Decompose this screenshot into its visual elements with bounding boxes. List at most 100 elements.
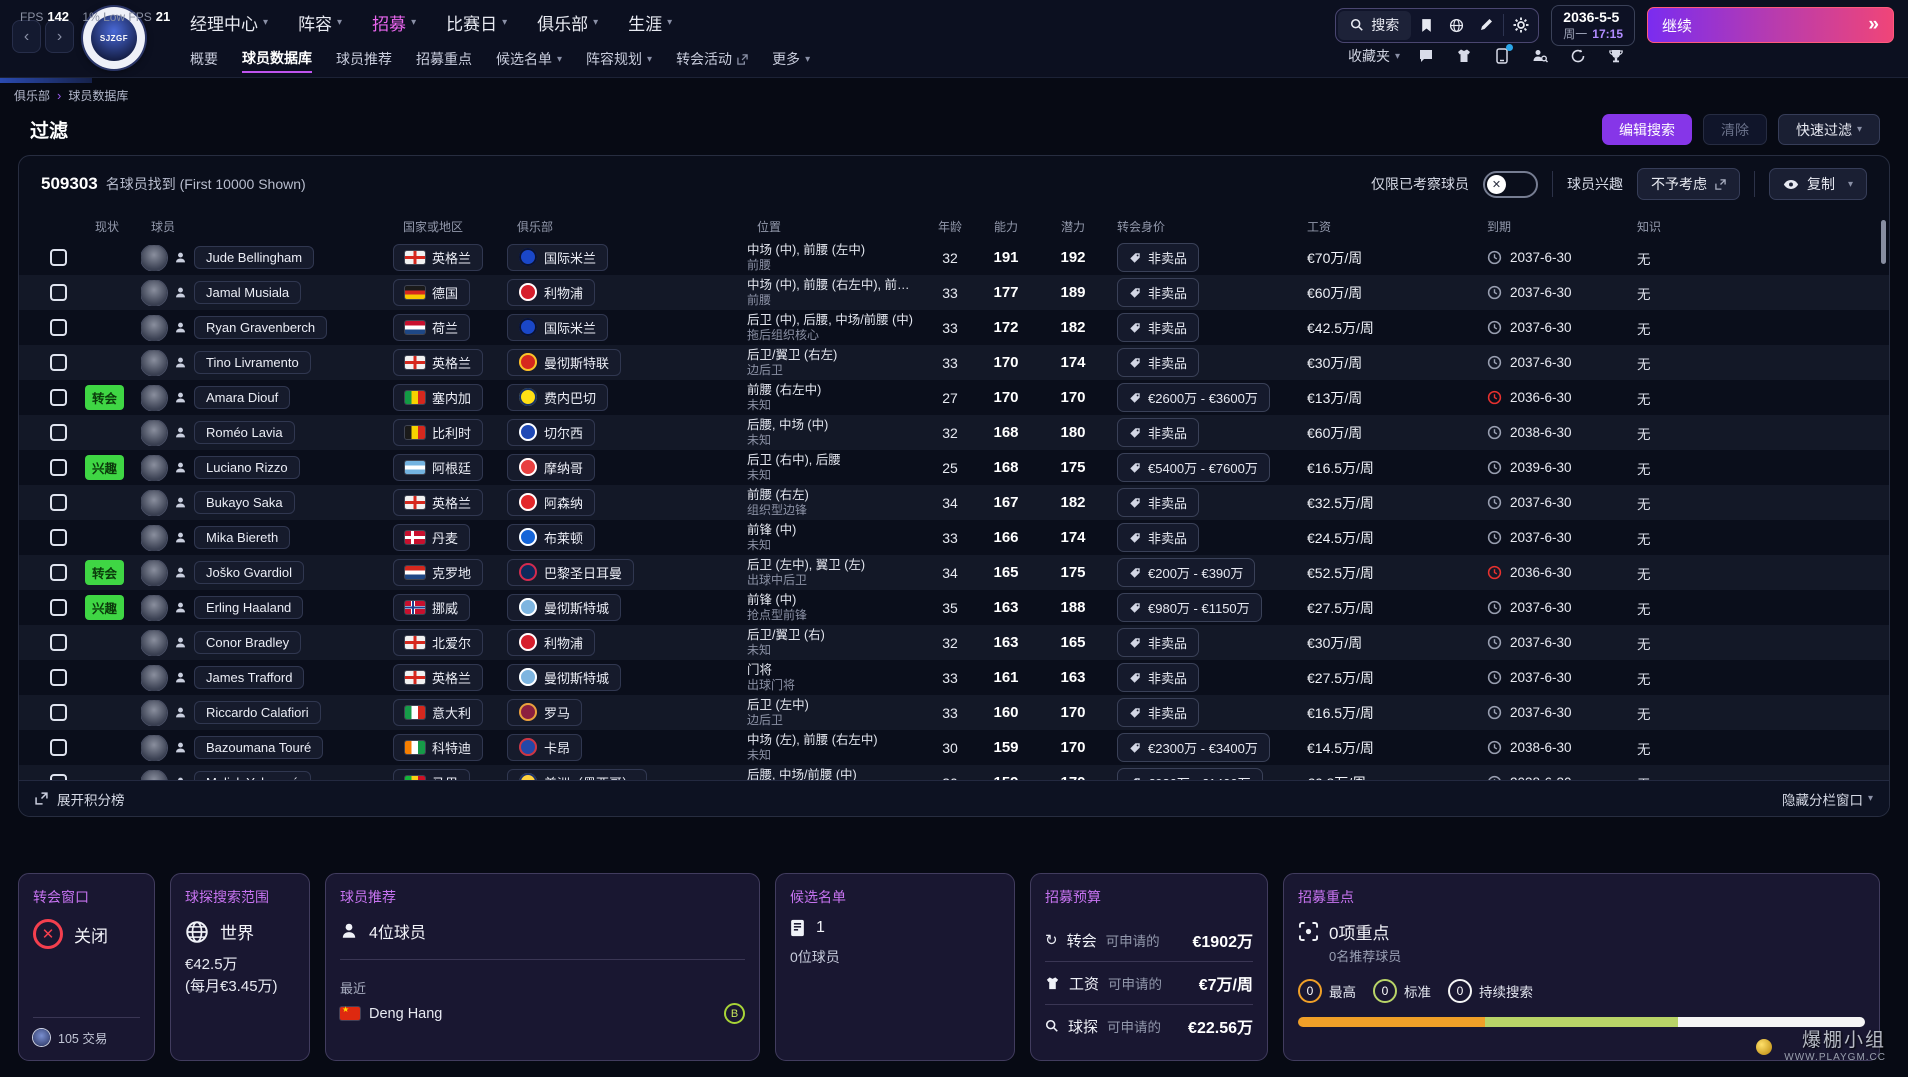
profile-person-icon[interactable] xyxy=(174,741,187,754)
table-row[interactable]: Conor Bradley 北爱尔 利物浦 后卫/翼卫 (右) 未知 32 16… xyxy=(19,625,1889,660)
player-name[interactable]: Conor Bradley xyxy=(194,631,301,654)
table-row[interactable]: 转会 Amara Diouf 塞内加 费内巴切 前腰 (右左中) 未知 27 1… xyxy=(19,380,1889,415)
nation-cell[interactable]: 阿根廷 xyxy=(393,454,483,481)
profile-person-icon[interactable] xyxy=(174,321,187,334)
col-position[interactable]: 位置 xyxy=(747,218,927,235)
player-recommendations-card[interactable]: 球员推荐 4位球员 最近 Deng Hang B xyxy=(325,873,760,1061)
table-row[interactable]: Jamal Musiala 德国 利物浦 中场 (中), 前腰 (右左中), 前… xyxy=(19,275,1889,310)
profile-person-icon[interactable] xyxy=(174,391,187,404)
col-wage[interactable]: 工资 xyxy=(1297,218,1477,235)
row-checkbox[interactable] xyxy=(50,739,67,756)
table-row[interactable]: Bazoumana Touré 科特迪 卡昂 中场 (左), 前腰 (右左中) … xyxy=(19,730,1889,765)
table-row[interactable]: Ryan Gravenberch 荷兰 国际米兰 后卫 (中), 后腰, 中场/… xyxy=(19,310,1889,345)
edit-search-button[interactable]: 编辑搜索 xyxy=(1602,114,1692,145)
nation-cell[interactable]: 意大利 xyxy=(393,699,483,726)
club-cell[interactable]: 国际米兰 xyxy=(507,244,608,271)
transfer-value[interactable]: 非卖品 xyxy=(1117,313,1199,342)
row-checkbox[interactable] xyxy=(50,599,67,616)
club-cell[interactable]: 切尔西 xyxy=(507,419,595,446)
col-status[interactable]: 现状 xyxy=(85,218,141,235)
club-cell[interactable]: 费内巴切 xyxy=(507,384,608,411)
transfer-value[interactable]: 非卖品 xyxy=(1117,488,1199,517)
player-name[interactable]: Tino Livramento xyxy=(194,351,311,374)
profile-person-icon[interactable] xyxy=(174,671,187,684)
transfer-value[interactable]: €2300万 - €3400万 xyxy=(1117,733,1270,762)
profile-card-icon[interactable] xyxy=(1490,44,1514,68)
row-checkbox[interactable] xyxy=(50,249,67,266)
col-nation[interactable]: 国家或地区 xyxy=(393,218,507,235)
messages-icon[interactable] xyxy=(1414,44,1438,68)
col-knowledge[interactable]: 知识 xyxy=(1627,218,1697,235)
clear-button[interactable]: 清除 xyxy=(1703,114,1767,145)
tab-more[interactable]: 更多▾ xyxy=(772,49,810,72)
nation-cell[interactable]: 挪威 xyxy=(393,594,470,621)
recruitment-budget-card[interactable]: 招募预算 ↻ 转会 可申请的 €1902万 工资 可申请的 €7万/周 球探 可… xyxy=(1030,873,1268,1061)
profile-person-icon[interactable] xyxy=(174,251,187,264)
globe-icon[interactable] xyxy=(1441,11,1471,40)
player-name[interactable]: James Trafford xyxy=(194,666,304,689)
nation-cell[interactable]: 德国 xyxy=(393,279,470,306)
club-cell[interactable]: 利物浦 xyxy=(507,629,595,656)
nation-cell[interactable]: 丹麦 xyxy=(393,524,470,551)
col-transfer-value[interactable]: 转会身价 xyxy=(1107,218,1297,235)
table-row[interactable]: James Trafford 英格兰 曼彻斯特城 门将 出球门将 33 161 … xyxy=(19,660,1889,695)
club-cell[interactable]: 美洲（墨西哥） xyxy=(507,769,647,780)
player-name[interactable]: Roméo Lavia xyxy=(194,421,295,444)
club-cell[interactable]: 摩纳哥 xyxy=(507,454,595,481)
club-cell[interactable]: 曼彻斯特城 xyxy=(507,664,621,691)
row-checkbox[interactable] xyxy=(50,774,67,780)
player-name[interactable]: Erling Haaland xyxy=(194,596,303,619)
table-row[interactable]: Tino Livramento 英格兰 曼彻斯特联 后卫/翼卫 (右左) 边后卫… xyxy=(19,345,1889,380)
tab-recruitment-focus[interactable]: 招募重点 xyxy=(416,49,472,72)
profile-person-icon[interactable] xyxy=(174,636,187,649)
col-expiry[interactable]: 到期 xyxy=(1477,218,1627,235)
nation-cell[interactable]: 塞内加 xyxy=(393,384,483,411)
col-ability[interactable]: 能力 xyxy=(973,218,1039,235)
favorites-dropdown[interactable]: 收藏夹▾ xyxy=(1348,46,1400,66)
shortlist-card[interactable]: 候选名单 1 0位球员 xyxy=(775,873,1015,1061)
row-checkbox[interactable] xyxy=(50,319,67,336)
table-row[interactable]: Roméo Lavia 比利时 切尔西 后腰, 中场 (中) 未知 32 168… xyxy=(19,415,1889,450)
player-name[interactable]: Joško Gvardiol xyxy=(194,561,304,584)
edit-pencil-icon[interactable] xyxy=(1471,11,1501,40)
nation-cell[interactable]: 英格兰 xyxy=(393,664,483,691)
nav-squad[interactable]: 阵容▾ xyxy=(298,10,342,35)
profile-person-icon[interactable] xyxy=(174,776,187,780)
bookmark-icon[interactable] xyxy=(1411,11,1441,40)
scouted-only-toggle[interactable]: ✕ xyxy=(1483,171,1538,198)
nation-cell[interactable]: 英格兰 xyxy=(393,349,483,376)
row-checkbox[interactable] xyxy=(50,354,67,371)
tab-shortlist[interactable]: 候选名单▾ xyxy=(496,49,562,72)
scouting-range-card[interactable]: 球探搜索范围 世界 €42.5万 (每月€3.45万) xyxy=(170,873,310,1061)
kit-shirt-icon[interactable] xyxy=(1452,44,1476,68)
nav-matchday[interactable]: 比赛日▾ xyxy=(446,10,507,35)
transfer-value[interactable]: 非卖品 xyxy=(1117,348,1199,377)
row-checkbox[interactable] xyxy=(50,564,67,581)
copy-dropdown-button[interactable]: 复制 ▾ xyxy=(1769,168,1867,200)
row-checkbox[interactable] xyxy=(50,424,67,441)
trophy-icon[interactable] xyxy=(1604,44,1628,68)
player-name[interactable]: Amara Diouf xyxy=(194,386,290,409)
nation-cell[interactable]: 英格兰 xyxy=(393,244,483,271)
settings-gear-icon[interactable] xyxy=(1506,11,1536,40)
profile-person-icon[interactable] xyxy=(174,286,187,299)
expand-standings-button[interactable]: 展开积分榜 xyxy=(35,789,125,809)
table-row[interactable]: Jude Bellingham 英格兰 国际米兰 中场 (中), 前腰 (左中)… xyxy=(19,240,1889,275)
profile-person-icon[interactable] xyxy=(174,566,187,579)
player-name[interactable]: Malick Yalcouyé xyxy=(194,771,311,780)
profile-person-icon[interactable] xyxy=(174,356,187,369)
nation-cell[interactable]: 荷兰 xyxy=(393,314,470,341)
transfer-value[interactable]: €200万 - €390万 xyxy=(1117,558,1255,587)
club-cell[interactable]: 利物浦 xyxy=(507,279,595,306)
transfer-window-card[interactable]: 转会窗口 ✕ 关闭 105 交易 xyxy=(18,873,155,1061)
row-checkbox[interactable] xyxy=(50,529,67,546)
recent-recommendation-row[interactable]: Deng Hang B xyxy=(340,1003,745,1024)
club-cell[interactable]: 布莱顿 xyxy=(507,524,595,551)
transfer-value[interactable]: €2600万 - €3600万 xyxy=(1117,383,1270,412)
profile-person-icon[interactable] xyxy=(174,496,187,509)
row-checkbox[interactable] xyxy=(50,389,67,406)
nav-club[interactable]: 俱乐部▾ xyxy=(537,10,598,35)
quick-filter-dropdown[interactable]: 快速过滤▾ xyxy=(1778,114,1880,145)
col-player[interactable]: 球员 xyxy=(141,218,393,235)
forward-button[interactable]: › xyxy=(45,20,74,53)
